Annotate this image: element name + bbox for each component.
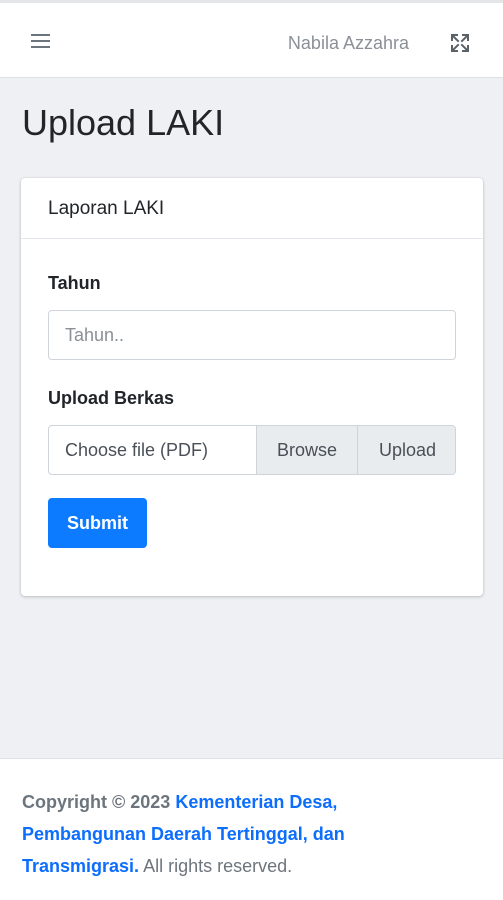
page-title: Upload LAKI xyxy=(22,102,225,143)
file-input-group[interactable]: Choose file (PDF) Browse Upload xyxy=(48,425,456,475)
copyright-prefix: Copyright © 2023 xyxy=(22,792,171,812)
upload-button[interactable]: Upload xyxy=(357,426,455,474)
file-upload-label: Upload Berkas xyxy=(48,388,175,408)
year-input[interactable] xyxy=(48,310,456,360)
rights-reserved-text: All rights reserved. xyxy=(143,856,293,876)
expand-fullscreen-icon[interactable] xyxy=(449,32,471,54)
user-name-link[interactable]: Nabila Azzahra xyxy=(288,33,409,54)
footer: Copyright © 2023 Kementerian Desa, Pemba… xyxy=(0,758,503,900)
upload-card: Laporan LAKI Tahun Upload Berkas Choose … xyxy=(21,178,483,596)
file-input-placeholder[interactable]: Choose file (PDF) xyxy=(65,440,208,461)
card-header: Laporan LAKI xyxy=(21,178,483,239)
year-label: Tahun xyxy=(48,273,101,293)
top-navbar: Nabila Azzahra xyxy=(0,0,503,78)
copyright-text: Copyright © 2023 Kementerian Desa, Pemba… xyxy=(22,786,442,882)
hamburger-menu-icon[interactable] xyxy=(31,33,51,50)
browse-button[interactable]: Browse xyxy=(256,426,357,474)
submit-button[interactable]: Submit xyxy=(48,498,147,548)
